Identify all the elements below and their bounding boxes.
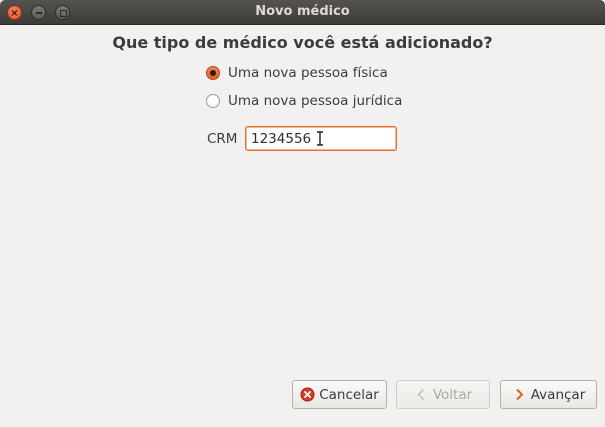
window-title: Novo médico [255,4,350,19]
back-button[interactable]: Voltar [396,380,490,409]
cancel-icon [300,387,315,402]
radio-pessoa-fisica[interactable]: Uma nova pessoa física [206,64,388,82]
text-cursor-icon [317,131,323,146]
title-bar: × Novo médico [0,0,605,25]
cancel-button-label: Cancelar [319,386,379,403]
next-button[interactable]: Avançar [500,380,597,409]
cancel-button[interactable]: Cancelar [292,380,387,409]
radio-button-checked[interactable] [206,66,220,80]
next-button-label: Avançar [530,386,586,403]
crm-label: CRM [207,131,238,147]
question-heading: Que tipo de médico você está adicionado? [112,33,493,52]
radio-label-pessoa-fisica[interactable]: Uma nova pessoa física [228,65,388,81]
chevron-right-icon [516,388,524,401]
back-button-label: Voltar [432,386,473,403]
radio-label-pessoa-juridica[interactable]: Uma nova pessoa jurídica [228,93,402,109]
radio-button-unchecked[interactable] [206,94,220,108]
chevron-left-icon [416,388,425,401]
radio-pessoa-juridica[interactable]: Uma nova pessoa jurídica [206,92,402,110]
